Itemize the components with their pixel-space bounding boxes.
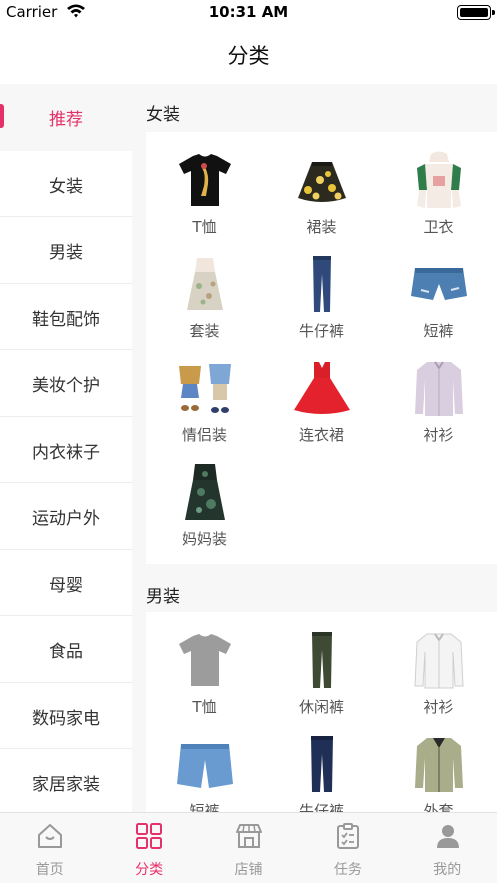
category-item-label: 休闲裤 xyxy=(298,698,344,716)
category-item-label: 裙装 xyxy=(306,218,337,236)
category-item-label: 牛仔裤 xyxy=(298,322,344,340)
mother-dress-icon xyxy=(185,464,225,520)
category-item-label: 衬衫 xyxy=(423,426,454,444)
category-item-men-casual-pants[interactable]: 休闲裤 xyxy=(263,612,380,716)
tab-tasks[interactable]: 任务 xyxy=(298,813,397,883)
tab-label: 我的 xyxy=(433,862,462,878)
sidebar-item-label: 鞋包配饰 xyxy=(32,309,100,330)
section-title-men: 男装 xyxy=(146,587,180,607)
sidebar-item-food[interactable]: 食品 xyxy=(0,616,132,683)
tab-label: 任务 xyxy=(333,862,362,878)
category-item-label: T恤 xyxy=(192,218,217,236)
category-item-label: 卫衣 xyxy=(423,218,454,236)
sidebar-item-men[interactable]: 男装 xyxy=(0,217,132,284)
sidebar-item-label: 母婴 xyxy=(49,575,83,596)
tab-home[interactable]: 首页 xyxy=(0,813,99,883)
grey-tshirt-icon xyxy=(179,634,231,686)
hoodie-icon xyxy=(417,151,461,208)
category-item-men-jacket[interactable]: 外套 xyxy=(380,716,497,812)
category-item-label: 短裤 xyxy=(189,802,220,812)
sidebar-item-label: 推荐 xyxy=(49,110,83,130)
category-item-label: 外套 xyxy=(423,802,454,812)
red-dress-icon xyxy=(294,362,350,414)
category-item-label: 牛仔裤 xyxy=(298,802,344,812)
sidebar-item-label: 数码家电 xyxy=(32,708,100,729)
tab-label: 分类 xyxy=(135,862,164,878)
navigation-bar: 分类 xyxy=(0,24,497,84)
outfit-set-icon xyxy=(187,258,223,310)
sidebar-item-shoes-bags[interactable]: 鞋包配饰 xyxy=(0,283,132,350)
tab-category[interactable]: 分类 xyxy=(99,813,198,883)
section-title-women: 女装 xyxy=(146,105,180,125)
women-category-grid: T恤 裙装 卫衣 套装 牛仔裤 短裤 情侣装 连衣裙 衬衫 妈妈装 xyxy=(146,132,497,564)
category-item-women-shorts[interactable]: 短裤 xyxy=(380,236,497,340)
category-item-men-shirt[interactable]: 衬衫 xyxy=(380,612,497,716)
category-item-label: T恤 xyxy=(192,698,217,716)
profile-icon xyxy=(436,825,459,848)
sidebar-item-label: 内衣袜子 xyxy=(32,442,100,463)
category-item-women-hoodie[interactable]: 卫衣 xyxy=(380,132,497,236)
sidebar-item-beauty[interactable]: 美妆个护 xyxy=(0,350,132,417)
sidebar-item-label: 运动户外 xyxy=(32,509,100,529)
category-item-women-tshirt[interactable]: T恤 xyxy=(146,132,263,236)
sidebar-item-label: 女装 xyxy=(49,176,83,197)
category-item-women-mother[interactable]: 妈妈装 xyxy=(146,444,263,548)
denim-shorts-icon xyxy=(411,268,467,300)
sidebar-item-home[interactable]: 家居家装 xyxy=(0,749,132,812)
tab-profile[interactable]: 我的 xyxy=(398,813,497,883)
category-item-women-dress[interactable]: 连衣裙 xyxy=(263,340,380,444)
category-item-men-jeans[interactable]: 牛仔裤 xyxy=(263,716,380,812)
category-item-label: 套装 xyxy=(189,322,220,340)
sidebar-item-baby[interactable]: 母婴 xyxy=(0,549,132,616)
category-item-label: 连衣裙 xyxy=(298,426,344,444)
sidebar-item-underwear[interactable]: 内衣袜子 xyxy=(0,416,132,483)
black-tshirt-icon xyxy=(179,154,231,206)
category-item-women-jeans[interactable]: 牛仔裤 xyxy=(263,236,380,340)
sidebar-item-label: 男装 xyxy=(49,243,83,263)
tab-bar: 首页 分类 店铺 任务 我的 xyxy=(0,812,497,883)
white-shirt-icon xyxy=(414,633,464,689)
battery-icon xyxy=(457,5,495,20)
category-grid-icon xyxy=(136,823,163,849)
men-jeans-icon xyxy=(311,736,333,792)
task-clipboard-icon xyxy=(337,823,360,849)
category-item-label: 情侣装 xyxy=(181,426,227,444)
category-content[interactable]: 女装 T恤 裙装 卫衣 套装 牛仔裤 短裤 情侣装 连衣裙 衬衫 妈妈装 男装 … xyxy=(132,84,497,812)
sidebar-item-label: 美妆个护 xyxy=(32,376,100,396)
men-category-grid: T恤 休闲裤 衬衫 短裤 牛仔裤 外套 xyxy=(146,612,497,812)
page-title: 分类 xyxy=(227,44,270,68)
tab-label: 店铺 xyxy=(234,862,263,878)
tab-label: 首页 xyxy=(35,862,64,878)
sidebar-item-sports[interactable]: 运动户外 xyxy=(0,483,132,550)
jacket-icon xyxy=(415,738,463,792)
shirt-icon xyxy=(415,361,463,416)
floral-skirt-icon xyxy=(298,162,346,202)
category-item-men-tshirt[interactable]: T恤 xyxy=(146,612,263,716)
category-item-label: 短裤 xyxy=(423,322,454,340)
couple-outfit-icon xyxy=(179,364,231,413)
tab-store[interactable]: 店铺 xyxy=(199,813,298,883)
clock-time: 10:31 AM xyxy=(208,3,289,21)
category-item-women-set[interactable]: 套装 xyxy=(146,236,263,340)
jeans-icon xyxy=(313,256,331,312)
category-item-label: 衬衫 xyxy=(423,698,454,716)
sidebar-item-label: 家居家装 xyxy=(32,775,100,795)
sidebar-item-recommend[interactable]: 推荐 xyxy=(0,84,132,151)
sidebar-item-label: 食品 xyxy=(49,642,83,662)
category-item-women-couple[interactable]: 情侣装 xyxy=(146,340,263,444)
sidebar-item-digital[interactable]: 数码家电 xyxy=(0,682,132,749)
category-sidebar[interactable]: 推荐 女装 男装 鞋包配饰 美妆个护 内衣袜子 运动户外 母婴 食品 数码家电 … xyxy=(0,84,132,812)
category-item-label: 妈妈装 xyxy=(181,530,227,548)
store-icon xyxy=(235,824,262,848)
casual-pants-icon xyxy=(312,632,332,688)
men-shorts-icon xyxy=(177,744,233,788)
category-item-women-skirt[interactable]: 裙装 xyxy=(263,132,380,236)
status-bar: Carrier 10:31 AM xyxy=(0,0,497,24)
category-item-men-shorts[interactable]: 短裤 xyxy=(146,716,263,812)
home-icon xyxy=(38,824,62,848)
category-item-women-shirt[interactable]: 衬衫 xyxy=(380,340,497,444)
sidebar-item-women[interactable]: 女装 xyxy=(0,150,132,217)
